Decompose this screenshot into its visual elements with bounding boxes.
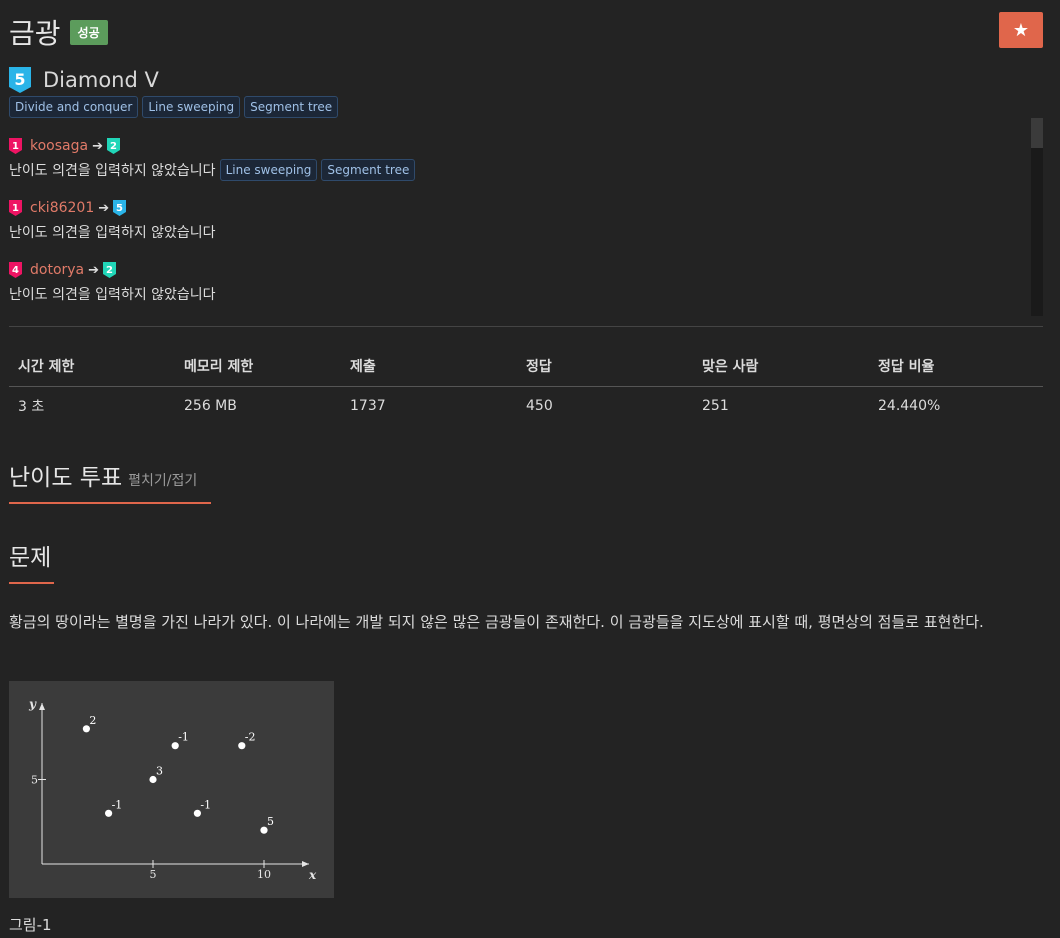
svg-text:5: 5 — [14, 70, 25, 89]
header-memory-limit: 메모리 제한 — [175, 346, 341, 387]
difficulty-opinions-list: 1 koosaga ➔ 2 난이도 의견을 입력하지 않았습니다 Line sw… — [9, 118, 1043, 316]
opinion-text: 난이도 의견을 입력하지 않았습니다 — [9, 287, 216, 303]
from-tier-icon: 1 — [9, 138, 22, 154]
x-tick-label: 10 — [257, 868, 271, 881]
x-tick-label: 5 — [150, 868, 157, 881]
header-time-limit: 시간 제한 — [9, 346, 175, 387]
svg-text:2: 2 — [110, 141, 117, 152]
opinion-user-link[interactable]: dotorya — [30, 262, 84, 278]
opinion-item: 1 koosaga ➔ 2 난이도 의견을 입력하지 않았습니다 Line sw… — [9, 136, 416, 181]
opinion-item: 4 dotorya ➔ 2 난이도 의견을 입력하지 않았습니다 — [9, 260, 216, 305]
point-value-label: -1 — [200, 798, 211, 811]
info-header-row: 시간 제한 메모리 제한 제출 정답 맞은 사람 정답 비율 — [9, 346, 1043, 387]
problem-section-title: 문제 — [9, 545, 52, 571]
gold-mines-plot: y x 5 10 5 2 -1 -2 3 -1 -1 5 — [28, 697, 317, 882]
to-tier-icon: 2 — [103, 262, 117, 278]
header-submissions: 제출 — [341, 346, 517, 387]
arrow-icon: ➔ — [98, 200, 110, 216]
opinion-tag-line-sweeping[interactable]: Line sweeping — [219, 159, 318, 181]
tier-row: 5 Diamond V — [9, 66, 159, 94]
section-underline — [9, 582, 54, 584]
tag-line-sweeping[interactable]: Line sweeping — [142, 96, 241, 118]
status-badge: 성공 — [69, 19, 108, 45]
y-tick-label: 5 — [31, 774, 38, 787]
x-axis-label: x — [308, 868, 317, 882]
from-tier-icon: 4 — [9, 262, 22, 278]
vote-section-header: 난이도 투표 펼치기/접기 — [9, 458, 211, 504]
arrow-icon: ➔ — [88, 262, 100, 278]
y-axis-label: y — [28, 697, 37, 711]
opinion-tag-segment-tree[interactable]: Segment tree — [321, 159, 416, 181]
opinions-scrollbar-thumb[interactable] — [1031, 118, 1043, 148]
tier-diamond-icon: 5 — [9, 67, 31, 93]
figure-gold-mines: y x 5 10 5 2 -1 -2 3 -1 -1 5 — [9, 681, 334, 898]
point-value-label: -1 — [112, 798, 123, 811]
y-axis-arrow — [39, 703, 45, 710]
value-memory-limit: 256 MB — [184, 398, 237, 414]
from-tier-icon: 1 — [9, 200, 22, 216]
x-axis-arrow — [302, 861, 309, 867]
header-accepted: 정답 — [517, 346, 693, 387]
star-icon: ★ — [1012, 19, 1030, 41]
problem-info-table: 시간 제한 메모리 제한 제출 정답 맞은 사람 정답 비율 3 초 256 M… — [9, 346, 1043, 425]
vote-toggle-link[interactable]: 펼치기/접기 — [128, 473, 197, 489]
value-solvers: 251 — [702, 398, 729, 414]
value-ratio: 24.440% — [878, 398, 941, 414]
opinion-text: 난이도 의견을 입력하지 않았습니다 — [9, 163, 216, 179]
point-value-label: -1 — [178, 731, 189, 744]
title-row: 금광 성공 — [9, 12, 108, 52]
point-value-label: 5 — [267, 815, 274, 828]
opinion-item: 1 cki86201 ➔ 5 난이도 의견을 입력하지 않았습니다 — [9, 198, 216, 243]
algorithm-tags: Divide and conquer Line sweeping Segment… — [9, 96, 339, 118]
header-ratio: 정답 비율 — [869, 346, 1043, 387]
to-tier-icon: 5 — [113, 200, 127, 216]
svg-text:4: 4 — [12, 265, 19, 276]
point-value-label: 3 — [156, 765, 163, 778]
arrow-icon: ➔ — [92, 138, 103, 154]
tag-segment-tree[interactable]: Segment tree — [244, 96, 339, 118]
svg-text:2: 2 — [106, 265, 113, 276]
value-accepted: 450 — [526, 398, 553, 414]
problem-description: 황금의 땅이라는 별명을 가진 나라가 있다. 이 나라에는 개발 되지 않은 … — [9, 613, 984, 631]
point-value-label: 2 — [89, 714, 96, 727]
problem-section-header: 문제 — [9, 538, 54, 584]
point-value-label: -2 — [245, 731, 256, 744]
value-time-limit: 3 초 — [18, 399, 45, 415]
problem-title: 금광 — [9, 17, 61, 50]
favorite-star-button[interactable]: ★ — [999, 12, 1043, 48]
opinion-user-link[interactable]: cki86201 — [30, 200, 94, 216]
opinion-text: 난이도 의견을 입력하지 않았습니다 — [9, 225, 216, 241]
section-underline — [9, 502, 211, 504]
svg-text:5: 5 — [116, 203, 123, 214]
info-value-row: 3 초 256 MB 1737 450 251 24.440% — [9, 387, 1043, 426]
svg-text:1: 1 — [12, 141, 19, 152]
section-divider — [9, 326, 1043, 327]
svg-text:1: 1 — [12, 203, 19, 214]
tag-divide-and-conquer[interactable]: Divide and conquer — [9, 96, 139, 118]
figure-caption: 그림-1 — [9, 916, 52, 934]
to-tier-icon: 2 — [106, 138, 120, 154]
vote-section-title: 난이도 투표 — [9, 465, 123, 491]
opinion-user-link[interactable]: koosaga — [30, 138, 88, 154]
tier-name: Diamond V — [43, 68, 159, 92]
header-solvers: 맞은 사람 — [693, 346, 869, 387]
value-submissions: 1737 — [350, 398, 386, 414]
